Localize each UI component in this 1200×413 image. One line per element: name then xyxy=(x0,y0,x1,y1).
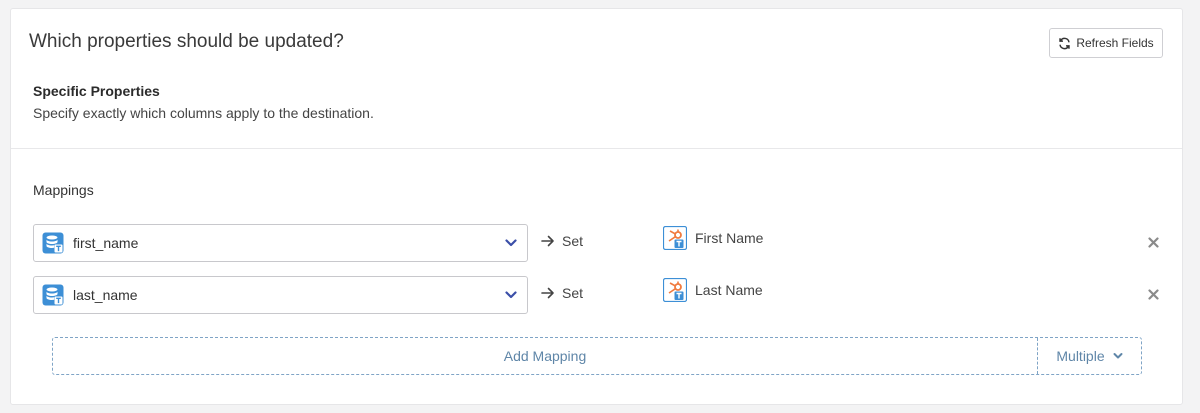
target-property: First Name xyxy=(663,226,763,250)
target-property-label: First Name xyxy=(695,230,764,246)
target-property-label: Last Name xyxy=(695,282,763,298)
mapping-action-label: Set xyxy=(562,285,584,301)
specific-properties-description: Specify exactly which columns apply to t… xyxy=(33,105,374,121)
add-mapping-bar: Add Mapping Multiple xyxy=(52,337,1142,375)
mappings-label: Mappings xyxy=(33,182,94,198)
mapping-action: Set xyxy=(541,285,583,301)
close-icon xyxy=(1147,236,1159,248)
target-property: Last Name xyxy=(663,278,763,302)
refresh-fields-button[interactable]: Refresh Fields xyxy=(1049,28,1163,58)
mapping-action-label: Set xyxy=(562,233,584,249)
close-icon xyxy=(1147,288,1159,300)
mapping-row: last_name Set Last Name xyxy=(33,276,1163,314)
database-icon xyxy=(42,232,64,254)
add-mapping-button[interactable]: Add Mapping xyxy=(53,338,1037,374)
source-column-value: last_name xyxy=(73,287,138,303)
arrow-right-icon xyxy=(541,235,554,247)
remove-mapping-button[interactable] xyxy=(1143,284,1163,304)
properties-header: Which properties should be updated? Refr… xyxy=(11,9,1182,149)
remove-mapping-button[interactable] xyxy=(1143,232,1163,252)
mapping-row: first_name Set First Name xyxy=(33,224,1163,262)
source-column-select[interactable]: first_name xyxy=(33,224,528,262)
multiple-dropdown-button[interactable]: Multiple xyxy=(1037,338,1141,374)
hubspot-property-icon xyxy=(663,226,687,250)
source-column-value: first_name xyxy=(73,235,139,251)
hubspot-property-icon xyxy=(663,278,687,302)
refresh-fields-label: Refresh Fields xyxy=(1076,36,1154,50)
page-title: Which properties should be updated? xyxy=(29,31,344,52)
mapping-action: Set xyxy=(541,233,583,249)
mapping-card: Which properties should be updated? Refr… xyxy=(10,8,1183,405)
arrow-right-icon xyxy=(541,287,554,299)
specific-properties-heading: Specific Properties xyxy=(33,83,160,99)
chevron-down-icon xyxy=(505,239,517,247)
database-icon xyxy=(42,284,64,306)
multiple-label: Multiple xyxy=(1056,348,1105,364)
chevron-down-icon xyxy=(1113,353,1123,359)
source-column-select[interactable]: last_name xyxy=(33,276,528,314)
refresh-icon xyxy=(1059,37,1071,49)
chevron-down-icon xyxy=(505,291,517,299)
